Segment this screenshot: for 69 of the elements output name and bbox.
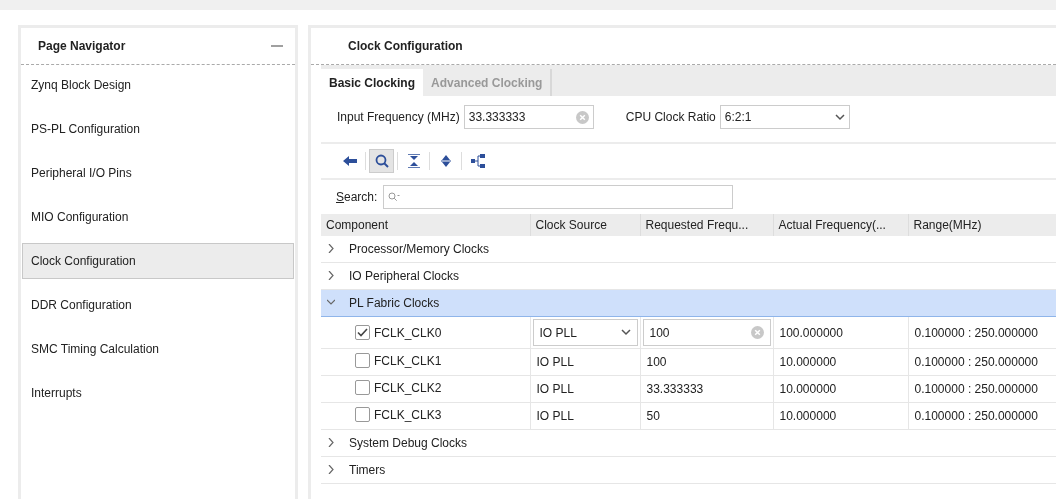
table-cell: 33.333333 [646,382,704,396]
hierarchy-icon [470,154,485,168]
search-icon [374,154,389,168]
navigator-item[interactable]: DDR Configuration [22,287,294,323]
checkbox[interactable] [355,380,370,395]
requested-frequency-field[interactable]: 100 [642,319,771,346]
navigator-item[interactable]: Interrupts [22,375,294,411]
column-header[interactable]: Actual Frequency(... [773,214,908,236]
search-icon [388,192,401,202]
table-cell: 10.000000 [779,409,837,423]
chevron-right-icon[interactable] [327,465,335,475]
navigator-item[interactable]: PS-PL Configuration [22,111,294,147]
navigator-item[interactable]: Zynq Block Design [22,67,294,103]
clock-name: FCLK_CLK0 [374,325,442,340]
expand-all-icon [439,154,452,168]
navigator-item[interactable]: Peripheral I/O Pins [22,155,294,191]
chevron-right-icon[interactable] [327,438,335,448]
tree-row[interactable]: IO Peripheral Clocks [321,262,1056,290]
clock-source-dropdown[interactable]: IO PLL [532,319,638,346]
cpu-clock-ratio-dropdown[interactable]: 6:2:1 [719,105,850,129]
tree-row[interactable]: Timers [321,456,1056,484]
column-header[interactable]: Range(MHz) [908,214,1056,236]
group-label: Timers [349,462,386,477]
input-frequency-field[interactable]: 33.333333 [463,105,594,129]
table-cell: 0.100000 : 250.000000 [914,325,1038,340]
checkbox[interactable] [355,325,370,340]
table-cell: 10.000000 [779,355,837,369]
tree-row[interactable]: System Debug Clocks [321,429,1056,457]
search-field[interactable] [383,185,734,209]
tab[interactable]: Basic Clocking [321,69,424,96]
table-cell: IO PLL [536,382,574,396]
table-cell: 0.100000 : 250.000000 [914,382,1038,396]
checkbox[interactable] [355,353,370,368]
column-header[interactable]: Clock Source [530,214,640,236]
chevron-right-icon[interactable] [327,244,335,254]
toolbar-button[interactable] [369,149,394,173]
table-cell: 0.100000 : 250.000000 [914,355,1038,369]
tree-row[interactable]: PL Fabric Clocks [321,289,1056,317]
navigator-item[interactable]: MIO Configuration [22,199,294,235]
collapse-all-icon [407,154,420,168]
column-header[interactable]: Component [321,214,530,236]
field-label: CPU Clock Ratio [625,110,716,124]
table-cell: IO PLL [536,409,574,423]
search-label: Search: [336,190,378,204]
back-arrow-icon [342,155,357,167]
chevron-down-icon [834,113,845,121]
checkbox[interactable] [355,407,370,422]
navigator-item[interactable]: Clock Configuration [22,243,294,279]
table-cell: IO PLL [536,355,574,369]
table-cell: 100.000000 [779,325,843,340]
panel-title: Page Navigator [38,39,126,53]
table-cell: 100 [646,355,667,369]
group-label: System Debug Clocks [349,435,468,450]
chevron-down-icon [620,329,631,336]
clock-name: FCLK_CLK1 [374,353,442,368]
field-label: Input Frequency (MHz) [337,110,460,124]
tree-row[interactable]: Processor/Memory Clocks [321,236,1056,263]
group-label: PL Fabric Clocks [349,295,440,310]
table-cell: 10.000000 [779,382,837,396]
table-cell: 50 [646,409,660,423]
column-header[interactable]: Requested Frequ... [640,214,773,236]
clock-name: FCLK_CLK2 [374,380,442,395]
chevron-right-icon[interactable] [327,271,335,281]
clock-name: FCLK_CLK3 [374,407,442,422]
table-cell: 0.100000 : 250.000000 [914,409,1038,423]
group-label: Processor/Memory Clocks [349,241,490,256]
page-title: Clock Configuration [348,39,463,53]
navigator-item[interactable]: SMC Timing Calculation [22,331,294,367]
group-label: IO Peripheral Clocks [349,268,460,283]
